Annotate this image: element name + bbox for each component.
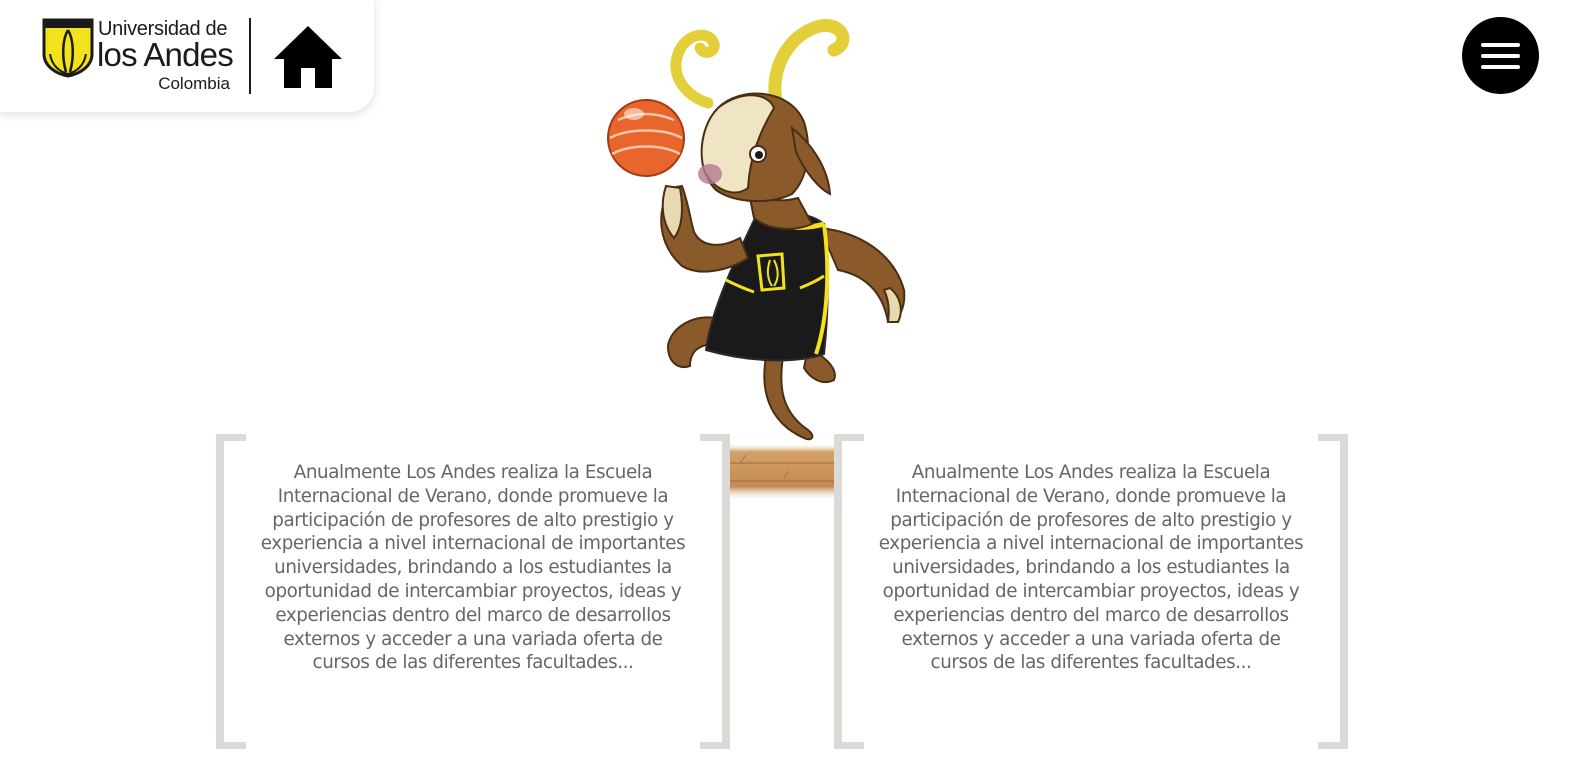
logo-text-colombia: Colombia xyxy=(158,74,230,93)
right-bracket xyxy=(1318,434,1348,749)
university-logo-link[interactable]: Universidad de los Andes Colombia xyxy=(42,18,234,94)
menu-button[interactable] xyxy=(1462,17,1539,94)
home-icon xyxy=(274,26,342,88)
court-floor-image xyxy=(728,443,835,501)
header-logo-card: Universidad de los Andes Colombia xyxy=(0,0,374,112)
logo-text-los-andes: los Andes xyxy=(97,36,234,73)
card-description: Anualmente Los Andes realiza la Escuela … xyxy=(878,462,1304,674)
info-card-left: Anualmente Los Andes realiza la Escuela … xyxy=(216,434,730,749)
university-shield-icon xyxy=(42,18,94,78)
goat-mascot-image xyxy=(607,19,906,441)
info-card-right: Anualmente Los Andes realiza la Escuela … xyxy=(834,434,1348,749)
left-bracket xyxy=(834,434,864,749)
home-button[interactable] xyxy=(272,24,344,90)
card-description: Anualmente Los Andes realiza la Escuela … xyxy=(260,462,686,674)
left-bracket xyxy=(216,434,246,749)
logo-divider xyxy=(249,18,251,94)
right-bracket xyxy=(700,434,730,749)
